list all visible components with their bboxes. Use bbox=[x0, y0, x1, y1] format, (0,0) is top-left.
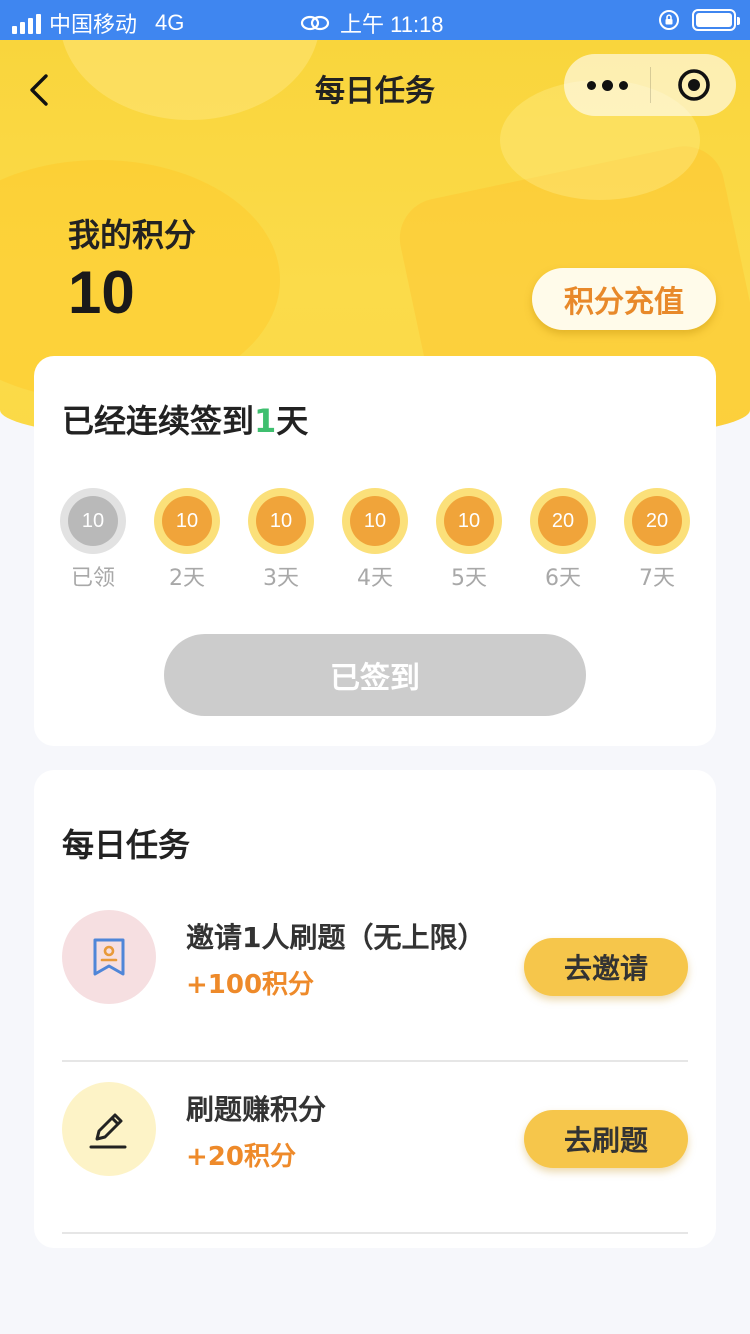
recharge-points-button[interactable]: 积分充值 bbox=[532, 268, 716, 330]
coin-icon: 10 bbox=[436, 488, 502, 554]
coin-icon: 10 bbox=[248, 488, 314, 554]
signin-day-5: 10 5天 bbox=[434, 488, 504, 592]
signin-day-4: 10 4天 bbox=[340, 488, 410, 592]
signal-strength-icon bbox=[12, 12, 41, 34]
coin-points: 10 bbox=[350, 496, 400, 546]
coin-icon: 10 bbox=[342, 488, 408, 554]
more-dots-icon[interactable] bbox=[564, 54, 650, 116]
coin-points: 20 bbox=[632, 496, 682, 546]
signed-in-button[interactable]: 已签到 bbox=[164, 634, 586, 716]
task-name: 邀请1人刷题（无上限） bbox=[186, 921, 486, 954]
link-icon bbox=[300, 15, 330, 31]
coin-day-label: 7天 bbox=[639, 566, 675, 591]
coin-icon: 20 bbox=[530, 488, 596, 554]
signin-day-7: 20 7天 bbox=[622, 488, 692, 592]
coin-day-label: 6天 bbox=[545, 566, 581, 591]
streak-days: 1 bbox=[254, 402, 277, 440]
task-reward: +100积分 bbox=[186, 970, 315, 1000]
coin-day-label: 2天 bbox=[169, 566, 205, 591]
carrier-name: 中国移动 bbox=[49, 12, 138, 37]
coin-points: 10 bbox=[256, 496, 306, 546]
coin-points: 10 bbox=[444, 496, 494, 546]
rotation-lock-icon bbox=[659, 10, 679, 30]
bookmark-person-icon bbox=[62, 910, 156, 1004]
task-name: 刷题赚积分 bbox=[186, 1093, 327, 1126]
coin-day-label: 4天 bbox=[357, 566, 393, 591]
network-type: 4G bbox=[155, 10, 185, 35]
coin-icon: 10 bbox=[60, 488, 126, 554]
nav-bar: 每日任务 bbox=[0, 40, 750, 130]
task-reward: +20积分 bbox=[186, 1142, 296, 1172]
target-circle-icon[interactable] bbox=[651, 54, 736, 116]
coin-icon: 20 bbox=[624, 488, 690, 554]
coin-points: 10 bbox=[162, 496, 212, 546]
miniprogram-capsule bbox=[564, 54, 736, 116]
signin-day-1: 10 已领 bbox=[58, 488, 128, 592]
pencil-icon bbox=[62, 1082, 156, 1176]
practice-button[interactable]: 去刷题 bbox=[524, 1110, 688, 1168]
coin-icon: 10 bbox=[154, 488, 220, 554]
task-row-invite: 邀请1人刷题（无上限） +100积分 去邀请 bbox=[62, 890, 688, 1062]
points-value: 10 bbox=[68, 259, 135, 326]
invite-button[interactable]: 去邀请 bbox=[524, 938, 688, 996]
signin-streak-title: 已经连续签到1天 bbox=[62, 396, 308, 442]
signin-days-row: 10 已领 10 2天 10 3天 10 4天 10 5天 20 6天 20 7… bbox=[58, 488, 698, 598]
tasks-title: 每日任务 bbox=[62, 826, 191, 864]
coin-day-label: 已领 bbox=[70, 566, 115, 591]
streak-prefix: 已经连续签到 bbox=[62, 402, 255, 440]
coin-points: 10 bbox=[68, 496, 118, 546]
streak-suffix: 天 bbox=[276, 402, 309, 440]
task-row-practice: 刷题赚积分 +20积分 去刷题 bbox=[62, 1062, 688, 1234]
coin-points: 20 bbox=[538, 496, 588, 546]
status-time: 上午 11:18 bbox=[340, 12, 444, 37]
coin-day-label: 5天 bbox=[451, 566, 487, 591]
daily-tasks-card: 每日任务 邀请1人刷题（无上限） +100积分 去邀请 刷题赚积分 +20积分 … bbox=[34, 770, 716, 1248]
signin-day-2: 10 2天 bbox=[152, 488, 222, 592]
signin-day-6: 20 6天 bbox=[528, 488, 598, 592]
battery-icon bbox=[692, 9, 740, 31]
signin-day-3: 10 3天 bbox=[246, 488, 316, 592]
points-label: 我的积分 bbox=[68, 216, 197, 254]
status-bar: 中国移动 4G 上午 11:18 bbox=[0, 0, 750, 40]
coin-day-label: 3天 bbox=[263, 566, 299, 591]
signin-card: 已经连续签到1天 10 已领 10 2天 10 3天 10 4天 10 5天 2… bbox=[34, 356, 716, 746]
